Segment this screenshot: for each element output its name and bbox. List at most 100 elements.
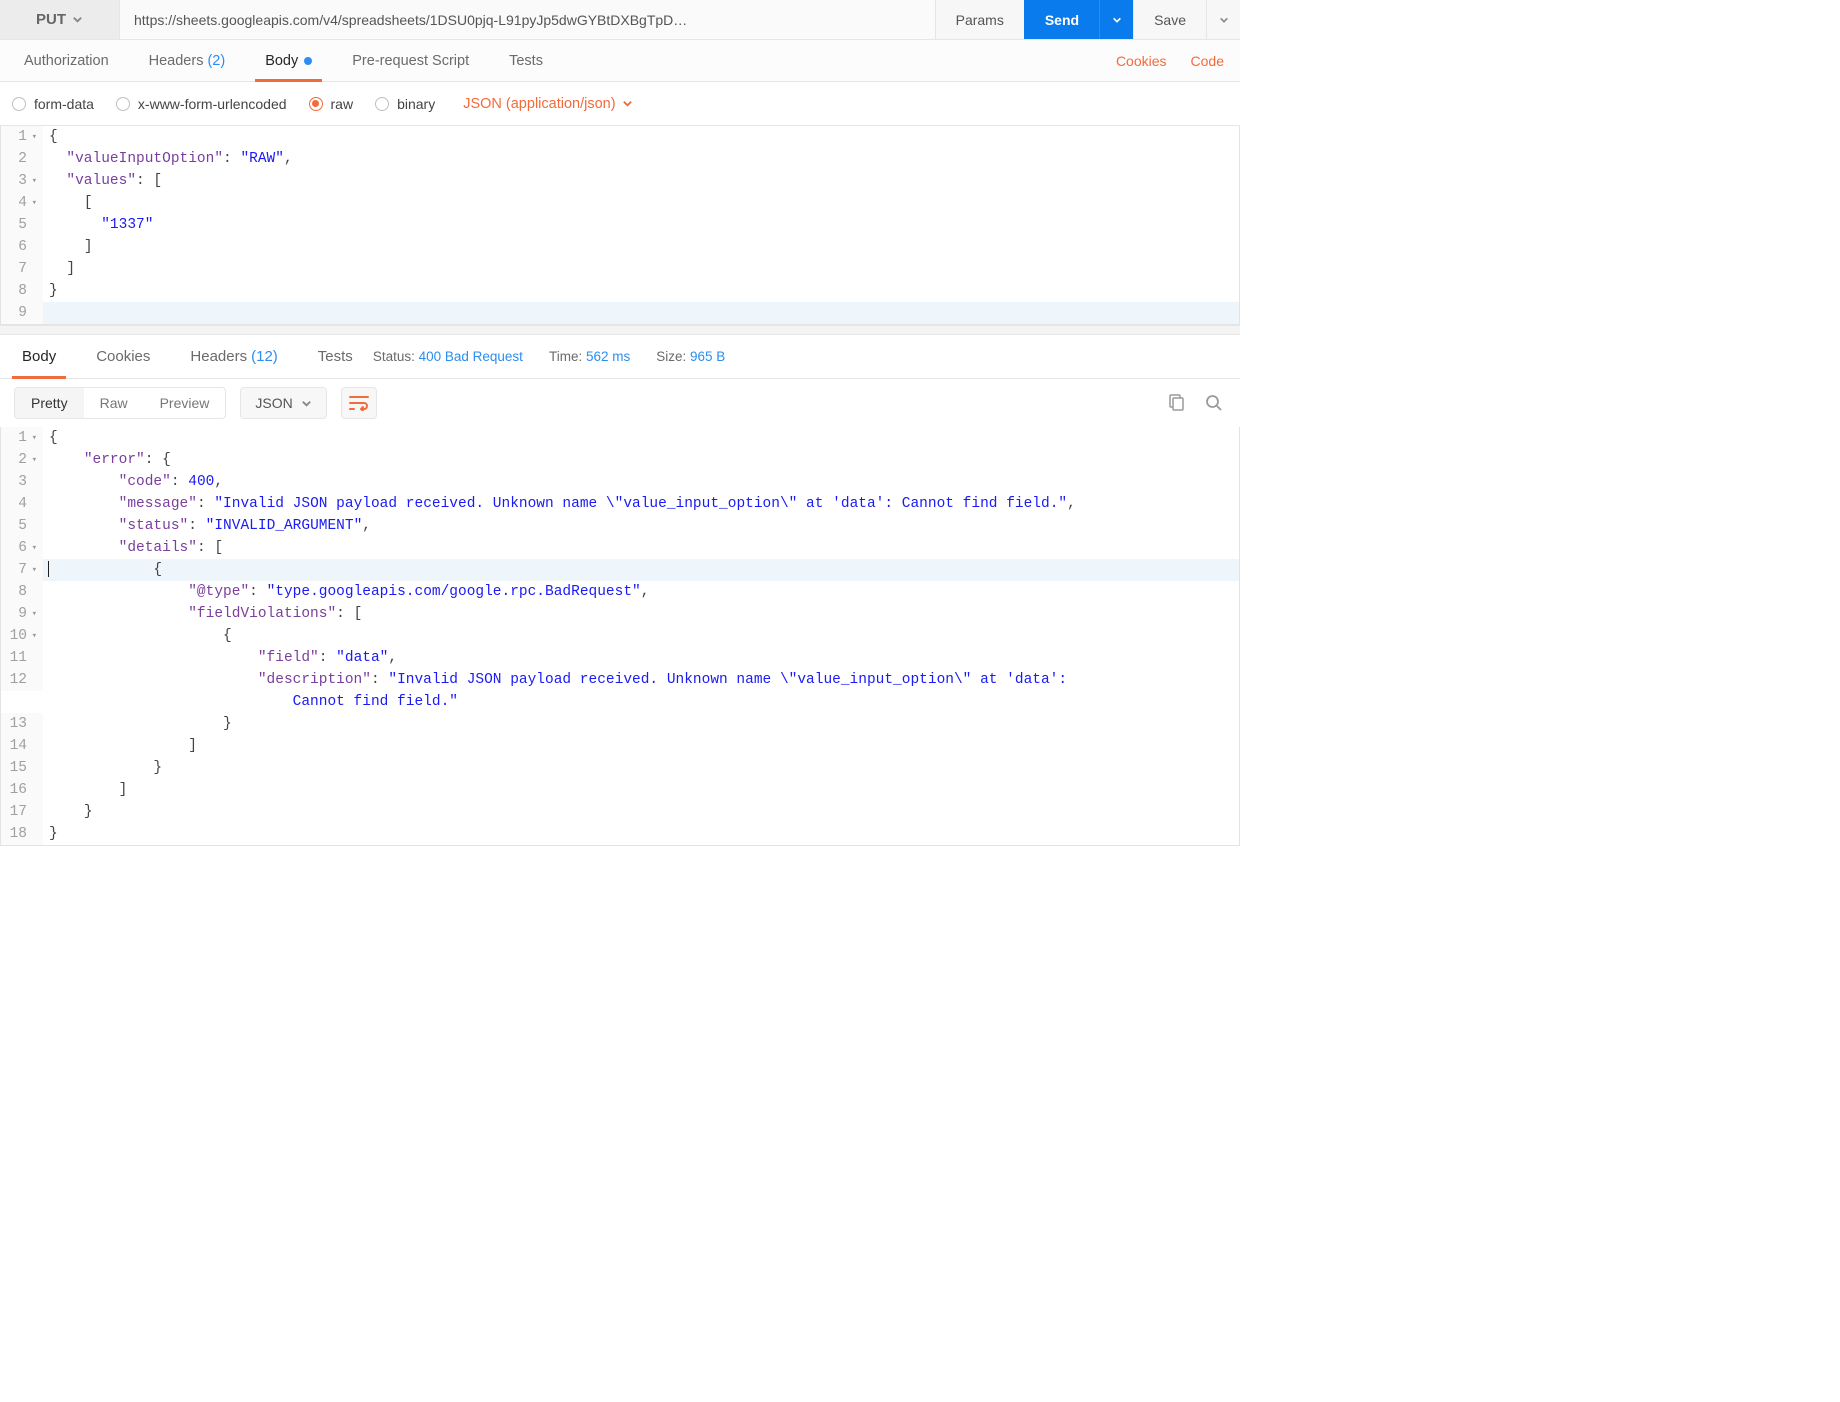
code-line[interactable]: 1▾{	[1, 126, 1239, 148]
response-format-select[interactable]: JSON	[240, 387, 326, 419]
code-line[interactable]: 16 ]	[1, 779, 1239, 801]
view-raw-button[interactable]: Raw	[84, 388, 144, 418]
request-body-editor[interactable]: 1▾{2 "valueInputOption": "RAW",3▾ "value…	[0, 126, 1240, 325]
line-number: 7▾	[1, 559, 43, 581]
line-number: 6▾	[1, 537, 43, 559]
code-line[interactable]: 3▾ "values": [	[1, 170, 1239, 192]
line-number: 9	[1, 302, 43, 324]
code-content: "@type": "type.googleapis.com/google.rpc…	[43, 581, 1239, 603]
code-line[interactable]: 2▾ "error": {	[1, 449, 1239, 471]
code-line[interactable]: 7 ]	[1, 258, 1239, 280]
code-line[interactable]: 3 "code": 400,	[1, 471, 1239, 493]
code-line[interactable]: 1▾{	[1, 427, 1239, 449]
line-number: 4▾	[1, 192, 43, 214]
chevron-down-icon	[1112, 15, 1122, 25]
code-line[interactable]: 2 "valueInputOption": "RAW",	[1, 148, 1239, 170]
code-content: }	[43, 280, 1239, 302]
params-button[interactable]: Params	[935, 0, 1024, 39]
code-content: "description": "Invalid JSON payload rec…	[43, 669, 1239, 713]
code-content: {	[43, 427, 1239, 449]
code-line[interactable]: 7▾ {	[1, 559, 1239, 581]
code-line[interactable]: 4 "message": "Invalid JSON payload recei…	[1, 493, 1239, 515]
code-content	[43, 302, 1239, 324]
code-line[interactable]: 18}	[1, 823, 1239, 845]
request-bar: PUT https://sheets.googleapis.com/v4/spr…	[0, 0, 1240, 40]
view-pretty-button[interactable]: Pretty	[15, 388, 84, 418]
code-line[interactable]: 5 "1337"	[1, 214, 1239, 236]
radio-binary[interactable]: binary	[375, 96, 435, 112]
code-line[interactable]: 10▾ {	[1, 625, 1239, 647]
line-number: 6	[1, 236, 43, 258]
code-line[interactable]: 8}	[1, 280, 1239, 302]
code-content: {	[43, 126, 1239, 148]
send-button[interactable]: Send	[1024, 0, 1099, 39]
radio-icon	[12, 97, 26, 111]
code-line[interactable]: 12 "description": "Invalid JSON payload …	[1, 669, 1239, 713]
code-line[interactable]: 4▾ [	[1, 192, 1239, 214]
http-method-select[interactable]: PUT	[0, 0, 120, 39]
http-method-label: PUT	[36, 11, 66, 28]
content-type-select[interactable]: JSON (application/json)	[463, 96, 632, 112]
chevron-down-icon	[72, 14, 83, 25]
code-line[interactable]: 17 }	[1, 801, 1239, 823]
cookies-link[interactable]: Cookies	[1104, 53, 1179, 69]
tab-prerequest[interactable]: Pre-request Script	[332, 40, 489, 81]
word-wrap-button[interactable]	[341, 387, 377, 419]
code-line[interactable]: 8 "@type": "type.googleapis.com/google.r…	[1, 581, 1239, 603]
code-content: "fieldViolations": [	[43, 603, 1239, 625]
save-button[interactable]: Save	[1133, 0, 1206, 39]
resp-tab-headers[interactable]: Headers (12)	[170, 335, 297, 378]
content-type-label: JSON (application/json)	[463, 96, 615, 112]
request-url-text: https://sheets.googleapis.com/v4/spreads…	[134, 12, 687, 28]
line-number: 5	[1, 214, 43, 236]
code-line[interactable]: 15 }	[1, 757, 1239, 779]
view-preview-button[interactable]: Preview	[144, 388, 226, 418]
size-label: Size:	[656, 349, 686, 364]
radio-icon	[375, 97, 389, 111]
tab-tests[interactable]: Tests	[489, 40, 563, 81]
view-mode-segment: Pretty Raw Preview	[14, 387, 226, 419]
code-content: ]	[43, 735, 1239, 757]
code-line[interactable]: 6▾ "details": [	[1, 537, 1239, 559]
search-response-button[interactable]	[1202, 391, 1226, 415]
tab-headers-label: Headers	[149, 53, 204, 69]
send-dropdown-button[interactable]	[1099, 0, 1133, 39]
radio-form-data[interactable]: form-data	[12, 96, 94, 112]
radio-raw[interactable]: raw	[309, 96, 354, 112]
resp-tab-body[interactable]: Body	[2, 335, 76, 378]
code-line[interactable]: 13 }	[1, 713, 1239, 735]
line-number: 13	[1, 713, 43, 735]
code-line[interactable]: 5 "status": "INVALID_ARGUMENT",	[1, 515, 1239, 537]
save-dropdown-button[interactable]	[1206, 0, 1240, 39]
resp-tab-tests[interactable]: Tests	[298, 335, 373, 378]
request-url-input[interactable]: https://sheets.googleapis.com/v4/spreads…	[120, 0, 935, 39]
code-line[interactable]: 9	[1, 302, 1239, 324]
code-link[interactable]: Code	[1179, 53, 1236, 69]
response-body-viewer[interactable]: 1▾{2▾ "error": {3 "code": 400,4 "message…	[0, 427, 1240, 846]
size-meta: Size: 965 B	[656, 349, 725, 364]
radio-xwww[interactable]: x-www-form-urlencoded	[116, 96, 287, 112]
copy-response-button[interactable]	[1164, 391, 1188, 415]
code-content: }	[43, 713, 1239, 735]
tab-headers[interactable]: Headers (2)	[129, 40, 246, 81]
line-number: 14	[1, 735, 43, 757]
code-line[interactable]: 9▾ "fieldViolations": [	[1, 603, 1239, 625]
line-number: 8	[1, 280, 43, 302]
time-label: Time:	[549, 349, 582, 364]
radio-icon	[309, 97, 323, 111]
code-line[interactable]: 14 ]	[1, 735, 1239, 757]
line-number: 1▾	[1, 427, 43, 449]
word-wrap-icon	[349, 395, 369, 411]
resp-tab-cookies[interactable]: Cookies	[76, 335, 170, 378]
line-number: 3▾	[1, 170, 43, 192]
tab-authorization[interactable]: Authorization	[4, 40, 129, 81]
body-type-selector: form-data x-www-form-urlencoded raw bina…	[0, 82, 1240, 126]
code-content: }	[43, 757, 1239, 779]
code-content: ]	[43, 258, 1239, 280]
line-number: 16	[1, 779, 43, 801]
tab-body[interactable]: Body	[245, 40, 332, 81]
size-value: 965 B	[690, 349, 725, 364]
code-line[interactable]: 11 "field": "data",	[1, 647, 1239, 669]
code-line[interactable]: 6 ]	[1, 236, 1239, 258]
code-content: {	[43, 625, 1239, 647]
